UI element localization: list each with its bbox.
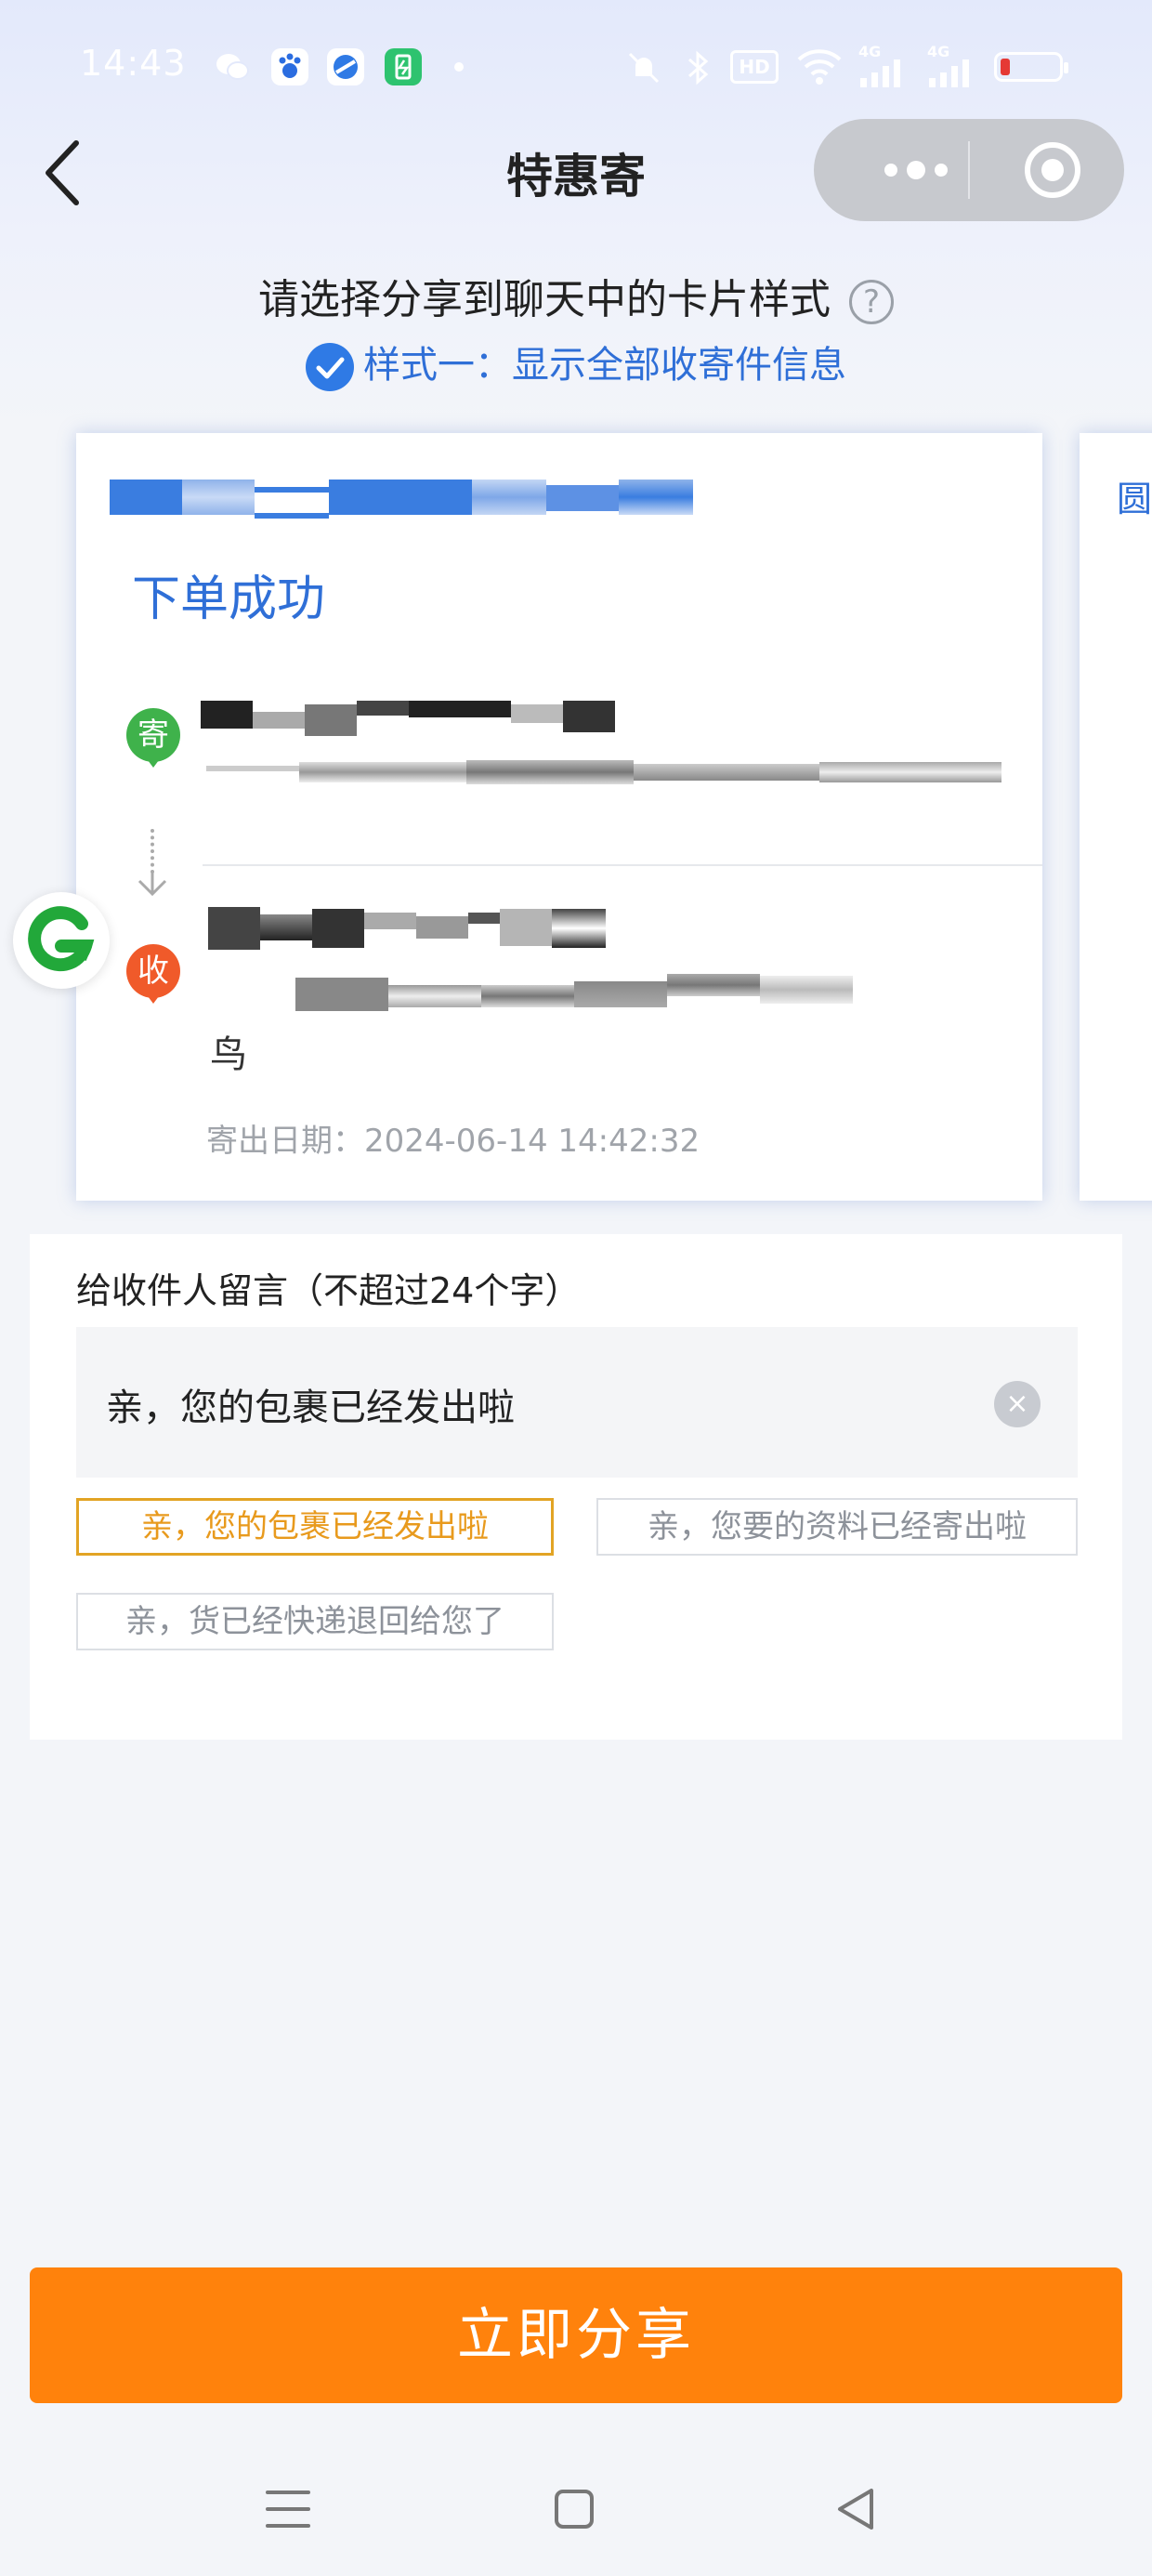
status-time: 14:43 [80, 43, 187, 84]
share-now-button[interactable]: 立即分享 [30, 2267, 1122, 2403]
menu-lines-icon[interactable] [260, 2481, 316, 2537]
hd-badge: HD [730, 50, 779, 84]
order-status: 下单成功 [132, 572, 326, 627]
preset-chip-1[interactable]: 亲，您的包裹已经发出啦 [76, 1498, 554, 1556]
arrow-down-icon [137, 872, 167, 897]
message-label: 给收件人留言（不超过24个字） [76, 1270, 581, 1311]
style-option-label: 样式一：显示全部收寄件信息 [363, 344, 846, 387]
next-card-text: 圆 [1117, 479, 1152, 519]
card-divider [203, 864, 1042, 866]
more-dots-icon[interactable] [860, 119, 972, 221]
share-card-preview[interactable]: 下单成功 寄 收 鸟 寄出日期：2024-06-14 14:42:32 [76, 433, 1042, 1201]
style-option-one[interactable]: 样式一：显示全部收寄件信息 [0, 335, 1152, 391]
sender-tag: 寄 [126, 708, 180, 768]
miniprogram-capsule [814, 119, 1124, 221]
bluetooth-icon [688, 50, 709, 85]
more-notifications-dot-icon [454, 62, 464, 72]
browser-app-icon [327, 48, 364, 85]
ship-date: 寄出日期：2024-06-14 14:42:32 [206, 1115, 700, 1161]
next-card-style-peek[interactable]: 圆 [1080, 433, 1152, 1201]
preset-chip-3[interactable]: 亲，货已经快递退回给您了 [76, 1593, 554, 1650]
card-style-prompt-text: 请选择分享到聊天中的卡片样式 [258, 276, 831, 323]
ship-date-label: 寄出日期： [206, 1123, 364, 1160]
wechat-icon [216, 54, 249, 80]
green-g-logo-icon[interactable] [13, 892, 110, 989]
message-input[interactable]: 亲，您的包裹已经发出啦 × [76, 1327, 1078, 1478]
status-bar: 14:43 HD 4G 4G [0, 0, 1152, 130]
mute-bell-icon [628, 52, 660, 84]
wifi-icon [797, 49, 842, 85]
receiver-address-tail: 鸟 [210, 1033, 247, 1076]
clear-icon[interactable]: × [994, 1381, 1041, 1427]
battery-icon [994, 52, 1068, 82]
route-dotted-line [151, 829, 154, 874]
triangle-back-icon[interactable] [829, 2481, 884, 2537]
card-style-prompt: 请选择分享到聊天中的卡片样式 ? [0, 266, 1152, 325]
battery-saver-app-icon [385, 48, 422, 85]
preset-chip-2[interactable]: 亲，您要的资料已经寄出啦 [596, 1498, 1078, 1556]
ship-date-value: 2024-06-14 14:42:32 [364, 1123, 700, 1160]
checkmark-icon [306, 343, 354, 391]
message-panel: 给收件人留言（不超过24个字） 亲，您的包裹已经发出啦 × 亲，您的包裹已经发出… [30, 1234, 1122, 1740]
help-icon[interactable]: ? [849, 280, 894, 324]
system-nav-bar [0, 2435, 1152, 2576]
baidu-app-icon [271, 48, 308, 85]
square-home-icon[interactable] [546, 2481, 602, 2537]
receiver-tag: 收 [126, 944, 180, 1004]
capsule-divider [968, 141, 970, 199]
message-input-value: 亲，您的包裹已经发出啦 [106, 1387, 515, 1429]
target-circle-icon[interactable] [1022, 139, 1083, 201]
